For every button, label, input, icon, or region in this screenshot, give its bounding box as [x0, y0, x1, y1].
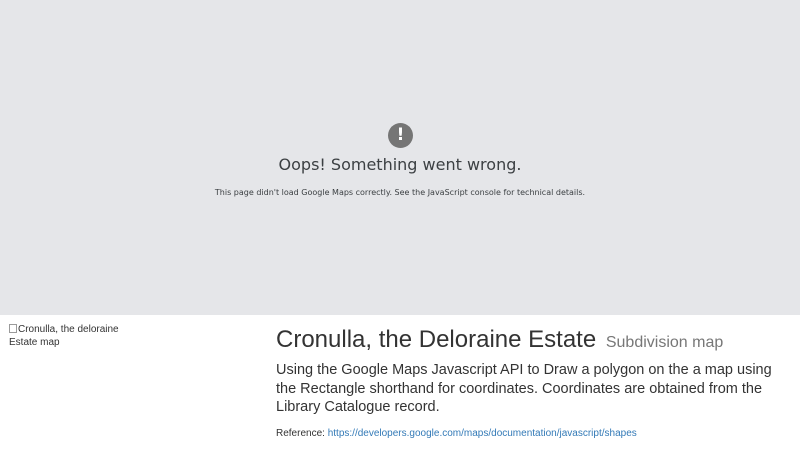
reference-label: Reference: — [276, 427, 325, 439]
image-alt-text: Cronulla, the deloraine Estate map — [9, 324, 119, 348]
reference-line: Reference: https://developers.google.com… — [276, 428, 776, 439]
content-panel: Cronulla, the Deloraine Estate Subdivisi… — [276, 325, 776, 439]
page-title-text: Cronulla, the Deloraine Estate — [276, 326, 597, 353]
broken-image-icon — [9, 324, 17, 333]
map-error-panel: ! Oops! Something went wrong. This page … — [0, 0, 800, 315]
lead-paragraph: Using the Google Maps Javascript API to … — [276, 362, 772, 415]
page-subtitle: Subdivision map — [605, 334, 724, 351]
map-error-title: Oops! Something went wrong. — [278, 155, 522, 174]
map-error-detail: This page didn't load Google Maps correc… — [214, 188, 586, 197]
reference-link[interactable]: https://developers.google.com/maps/docum… — [328, 428, 637, 439]
exclamation-icon: ! — [388, 123, 413, 148]
page-title: Cronulla, the Deloraine Estate Subdivisi… — [276, 325, 776, 358]
broken-map-image: Cronulla, the deloraine Estate map — [9, 323, 119, 349]
